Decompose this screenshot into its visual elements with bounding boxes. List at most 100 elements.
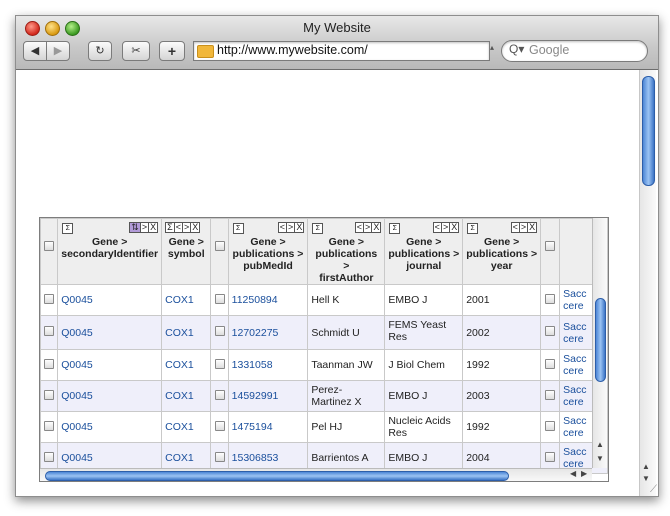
remove-column-icon[interactable]: X [148,222,159,233]
back-button[interactable]: ◀ [23,41,47,61]
year-cell: 2003 [462,380,542,412]
row-checkbox[interactable] [545,451,556,462]
select-all-checkbox[interactable] [44,241,55,251]
column-header: Σ < > X Gene > publications > journal [384,218,464,285]
symbol-link[interactable]: COX1 [165,452,194,464]
remove-column-icon[interactable]: X [527,222,538,233]
secondary-identifier-link[interactable]: Q0045 [61,359,93,371]
table-row: Q0045 COX1 1331058 Taanman JW J Biol Che… [40,349,608,381]
pubmed-id-cell: 12702275 [227,315,309,350]
table-vertical-scrollbar[interactable]: ▲ ▼ [592,218,607,468]
select-all-cell [40,218,59,285]
summary-sigma-icon[interactable]: Σ [389,223,401,234]
snippet-button[interactable]: ✂ [122,41,150,61]
row-checkbox[interactable] [44,451,55,462]
secondary-identifier-link[interactable]: Q0045 [61,294,93,306]
row-checkbox-cell [210,349,229,381]
table-body: Q0045 COX1 11250894 Hell K EMBO J 2001 S… [40,284,608,474]
secondary-identifier-link[interactable]: Q0045 [61,327,93,339]
row-checkbox-cell [40,284,59,316]
row-checkbox[interactable] [545,358,556,369]
pubmed-id-link[interactable]: 15306853 [232,452,279,464]
table-scroll-down-arrow-icon[interactable]: ▼ [596,454,604,463]
pubmed-id-link[interactable]: 1475194 [232,421,273,433]
forward-button[interactable]: ▶ [46,41,70,61]
remove-column-icon[interactable]: X [294,222,305,233]
first-author-cell: Taanman JW [307,349,386,381]
table-horizontal-scrollbar[interactable]: ◀ ▶ [40,468,592,481]
summary-sigma-icon[interactable]: Σ [467,223,479,234]
row-checkbox[interactable] [545,420,556,431]
table-scroll-up-arrow-icon[interactable]: ▲ [596,440,604,449]
row-checkbox[interactable] [214,389,225,400]
add-bookmark-button[interactable]: + [159,41,185,61]
secondary-identifier-cell: Q0045 [57,284,163,316]
secondary-identifier-link[interactable]: Q0045 [61,452,93,464]
column-label: publications > [466,248,538,260]
row-checkbox[interactable] [44,420,55,431]
reload-button[interactable]: ↻ [88,41,112,61]
column-controls: < > X [354,222,382,233]
row-checkbox[interactable] [44,293,55,304]
row-checkbox[interactable] [214,420,225,431]
pubmed-id-link[interactable]: 1331058 [232,359,273,371]
symbol-link[interactable]: COX1 [165,421,194,433]
secondary-identifier-link[interactable]: Q0045 [61,390,93,402]
summary-sigma-icon[interactable]: Σ [62,223,74,234]
remove-column-icon[interactable]: X [449,222,460,233]
pubmed-id-cell: 1331058 [227,349,309,381]
table-row: Q0045 COX1 11250894 Hell K EMBO J 2001 S… [40,284,608,316]
summary-sigma-icon[interactable]: Σ [232,223,244,234]
pubmed-id-link[interactable]: 12702275 [232,327,279,339]
row-checkbox[interactable] [214,293,225,304]
table-row: Q0045 COX1 1475194 Pel HJ Nucleic Acids … [40,411,608,443]
summary-sigma-icon[interactable]: Σ [312,223,324,234]
row-checkbox[interactable] [44,326,55,336]
scroll-down-arrow-icon[interactable]: ▼ [642,474,650,483]
row-checkbox[interactable] [44,358,55,369]
year-cell: 2002 [462,315,542,350]
select-column-checkbox[interactable] [214,241,225,251]
table-vertical-scroll-thumb[interactable] [595,298,606,382]
pubmed-id-cell: 1475194 [227,411,309,443]
symbol-link[interactable]: COX1 [165,390,194,402]
scissors-icon: ✂ [131,45,141,57]
results-table-frame: Σ ⇅ > X Gene > secondaryIdentifier Σ < > X Gen… [39,217,609,482]
row-checkbox[interactable] [214,326,225,336]
table-horizontal-scroll-thumb[interactable] [45,471,509,481]
symbol-link[interactable]: COX1 [165,294,194,306]
page-vertical-scrollbar[interactable]: ▲ ▼ [639,70,656,496]
row-checkbox[interactable] [214,358,225,369]
row-checkbox[interactable] [545,293,556,304]
table-scroll-right-arrow-icon[interactable]: ▶ [581,469,587,478]
secondary-identifier-cell: Q0045 [57,380,163,412]
row-checkbox[interactable] [545,389,556,400]
remove-column-icon[interactable]: X [190,222,201,233]
column-label: Gene > [92,236,128,248]
pubmed-id-link[interactable]: 14592991 [232,390,279,402]
address-dropdown-icon[interactable]: ▴ [490,43,494,52]
address-bar[interactable]: http://www.mywebsite.com/ [193,41,490,61]
scroll-up-arrow-icon[interactable]: ▲ [642,462,650,471]
column-controls: < > X [277,222,305,233]
symbol-link[interactable]: COX1 [165,327,194,339]
row-checkbox[interactable] [44,389,55,400]
resize-grip-icon[interactable]: ⟋ [650,484,657,495]
secondary-identifier-link[interactable]: Q0045 [61,421,93,433]
row-checkbox[interactable] [545,326,556,336]
remove-column-icon[interactable]: X [371,222,382,233]
row-checkbox-cell [210,411,229,443]
page-scroll-thumb[interactable] [642,76,655,186]
row-checkbox-cell [210,315,229,350]
forward-arrow-icon: ▶ [53,45,63,57]
column-label: Gene > [328,236,364,248]
search-field[interactable]: Q▾ Google [501,40,648,62]
column-header: Σ < > X Gene > publications > firstAuthor [307,218,386,285]
row-checkbox[interactable] [214,451,225,462]
secondary-identifier-cell: Q0045 [57,315,163,350]
select-column-checkbox[interactable] [545,241,556,251]
pubmed-id-link[interactable]: 11250894 [232,294,278,306]
year-cell: 1992 [462,411,542,443]
symbol-link[interactable]: COX1 [165,359,194,371]
table-scroll-left-arrow-icon[interactable]: ◀ [570,469,576,478]
